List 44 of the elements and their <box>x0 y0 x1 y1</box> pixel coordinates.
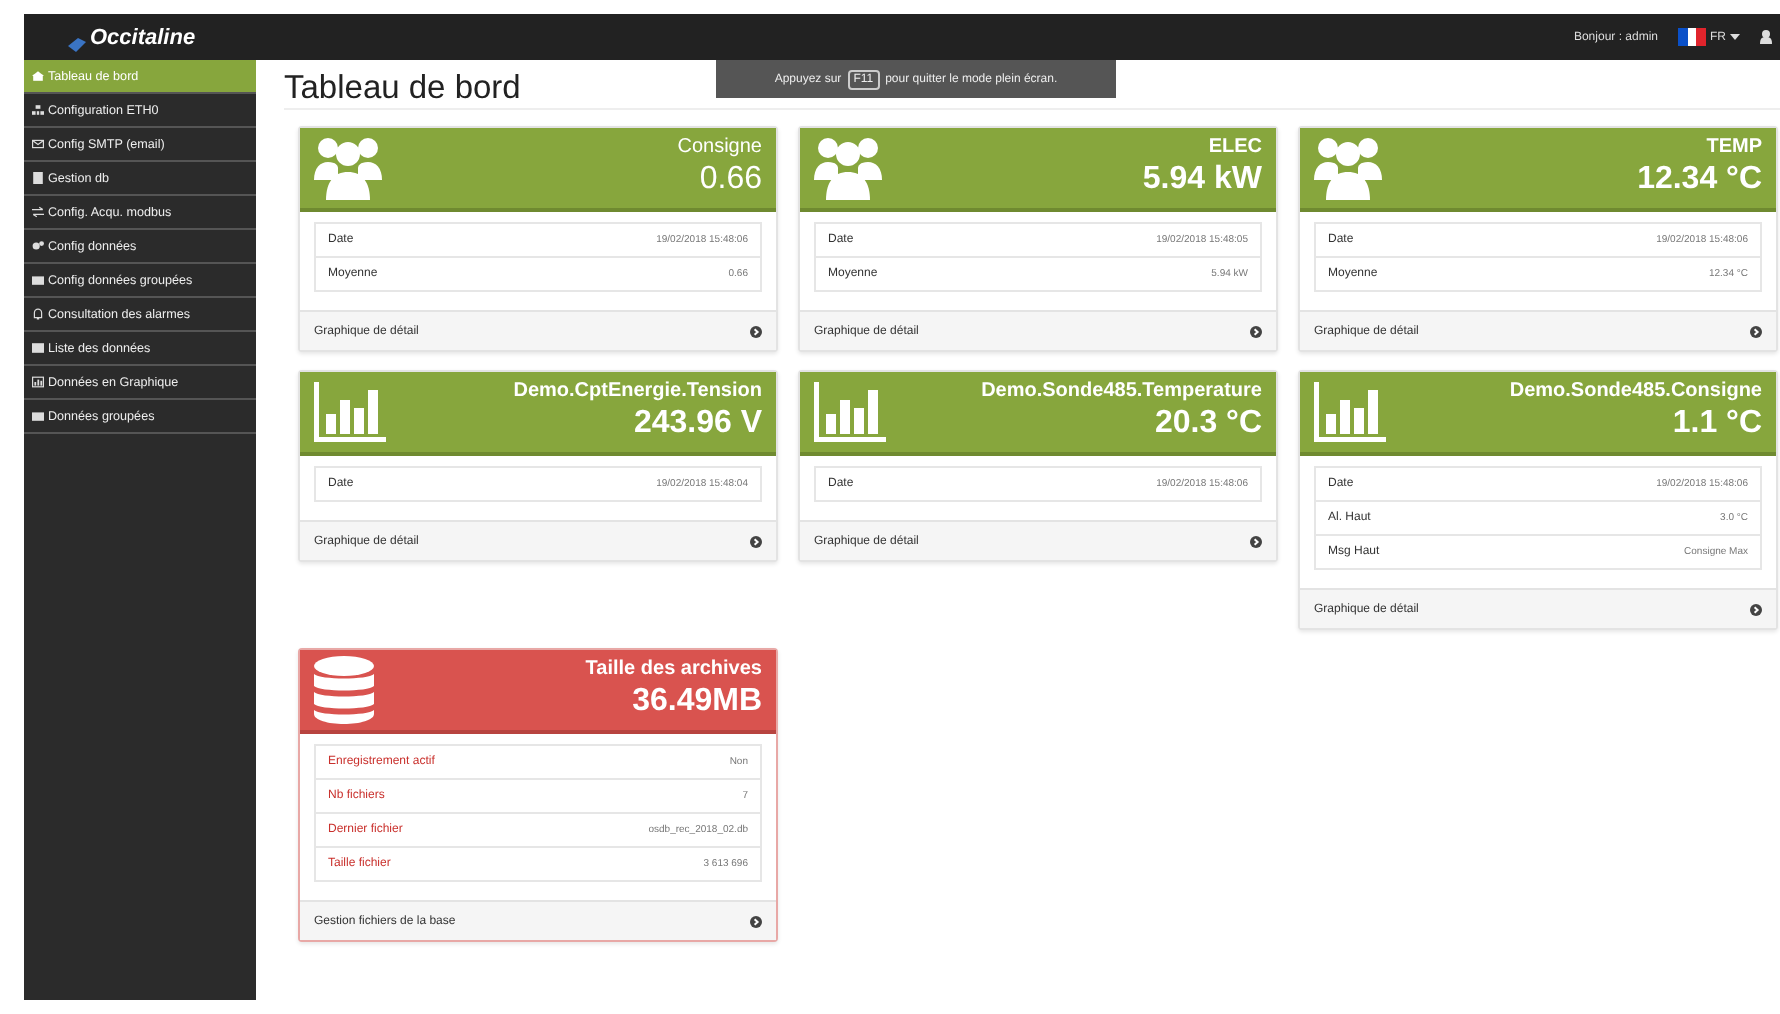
card-value: 1.1 °C <box>1672 404 1762 444</box>
arrow-circle-icon <box>1750 325 1762 337</box>
card-title: Demo.CptEnergie.Tension <box>513 380 762 404</box>
card-value: 20.3 °C <box>1154 404 1262 444</box>
menu-item-icon <box>32 138 44 150</box>
card-value: 12.34 °C <box>1637 160 1762 200</box>
caret-icon <box>1730 34 1740 40</box>
arrow-circle-icon <box>750 325 762 337</box>
card-title: Taille des archives <box>585 658 762 682</box>
card-title: ELEC <box>1208 136 1262 160</box>
menu-item-icon <box>32 274 44 286</box>
arrow-circle-icon <box>750 535 762 547</box>
card-value: 5.94 kW <box>1142 160 1262 200</box>
card-title: TEMP <box>1706 136 1762 160</box>
flag-icon <box>1678 28 1706 46</box>
card-value: 243.96 V <box>633 404 762 444</box>
arrow-circle-icon <box>750 915 762 927</box>
arrow-circle-icon <box>1250 325 1262 337</box>
logo-icon <box>68 35 88 51</box>
card-value: 36.49MB <box>632 682 762 722</box>
menu-item-icon <box>32 376 44 388</box>
menu-item-icon <box>32 172 44 184</box>
menu-item-icon <box>32 70 44 82</box>
menu-item-icon <box>32 410 44 422</box>
bar-chart-icon <box>314 382 386 442</box>
card-title: Demo.Sonde485.Temperature <box>981 380 1262 404</box>
arrow-circle-icon <box>1250 535 1262 547</box>
menu-item-icon <box>32 342 44 354</box>
people-icon <box>314 136 382 200</box>
bar-chart-icon <box>1314 382 1386 442</box>
card-title: Consigne <box>677 136 762 160</box>
menu-item-icon <box>32 308 44 320</box>
people-icon <box>814 136 882 200</box>
database-icon <box>314 656 374 724</box>
card-title: Demo.Sonde485.Consigne <box>1509 380 1762 404</box>
menu-item-icon <box>32 206 44 218</box>
card-value: 0.66 <box>699 160 762 200</box>
menu-item-icon <box>32 104 44 116</box>
user-icon[interactable] <box>1760 30 1772 44</box>
people-icon <box>1314 136 1382 200</box>
menu-item-icon <box>32 240 44 252</box>
bar-chart-icon <box>814 382 886 442</box>
logo-text: Occitaline <box>90 25 196 49</box>
arrow-circle-icon <box>1750 603 1762 615</box>
